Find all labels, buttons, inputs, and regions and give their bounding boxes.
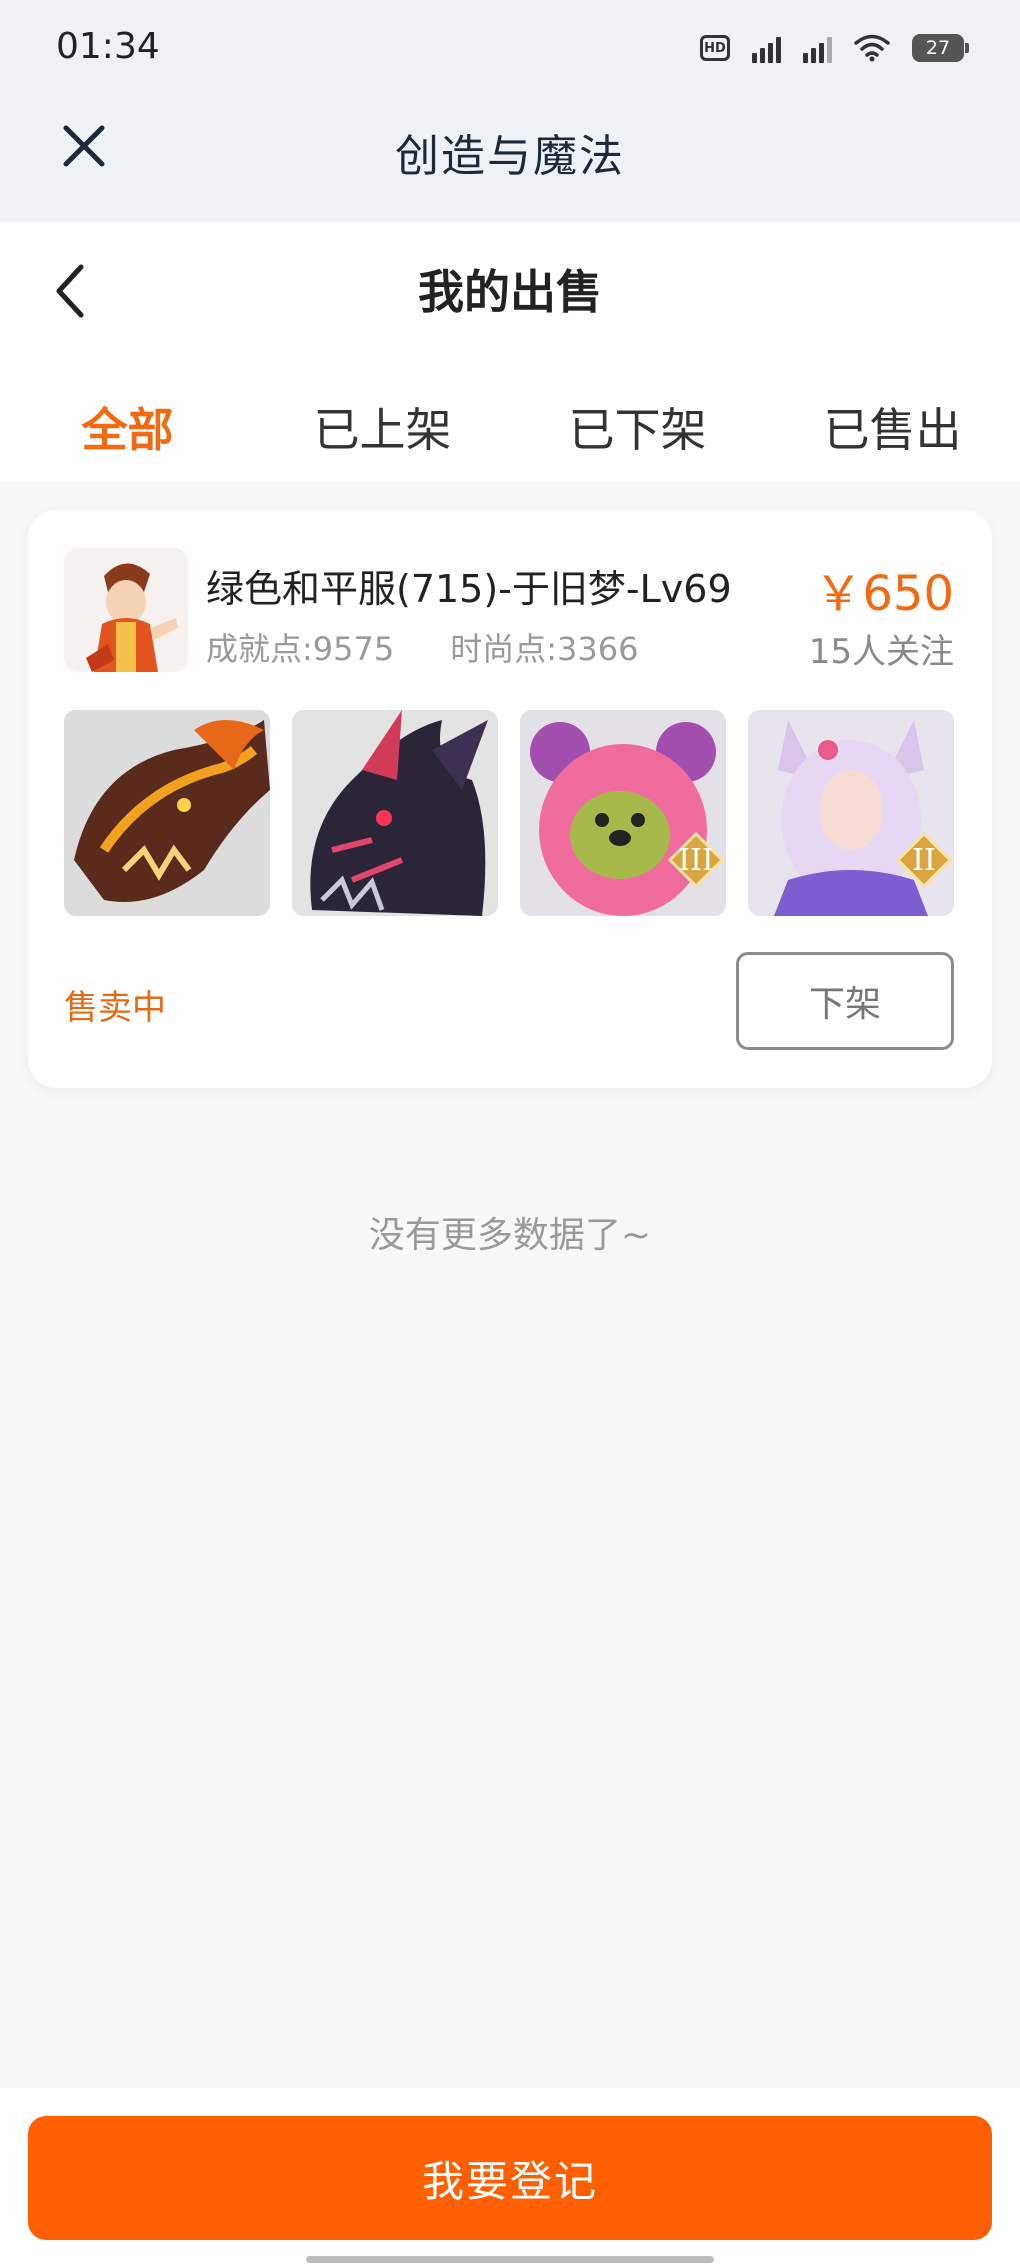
tab-delisted[interactable]: 已下架: [510, 382, 765, 478]
thumbnail-pink-bear[interactable]: III: [520, 710, 726, 916]
thumbnail-fox-spirit[interactable]: II: [748, 710, 954, 916]
listing-meta: 成就点:9575 时尚点:3366: [206, 624, 638, 670]
register-button[interactable]: 我要登记: [28, 2116, 992, 2240]
follower-count: 15人关注: [808, 632, 954, 672]
battery-icon: 27: [912, 34, 969, 62]
delist-button[interactable]: 下架: [736, 952, 954, 1050]
tab-all[interactable]: 全部: [0, 382, 255, 478]
tab-listed[interactable]: 已上架: [255, 382, 510, 478]
hd-icon: HD: [700, 35, 730, 61]
listing-title: 绿色和平服(715)-于旧梦-Lv69: [206, 567, 732, 611]
tab-bar: 全部 已上架 已下架 已售出: [0, 382, 1020, 478]
thumbnail-fire-dragon[interactable]: [64, 710, 270, 916]
signal-4g-icon: [752, 33, 781, 63]
status-time: 01:34: [56, 26, 160, 67]
achievement-points: 成就点:9575: [206, 630, 395, 668]
tier-badge-ii: II: [912, 843, 936, 878]
page-title: 我的出售: [418, 265, 602, 319]
thumbnail-row: III II: [64, 710, 956, 916]
no-more-data-text: 没有更多数据了~: [368, 1215, 652, 1256]
page-nav: 我的出售 全部 已上架 已下架 已售出: [0, 222, 1020, 482]
tab-sold[interactable]: 已售出: [765, 382, 1020, 478]
signal-5g-icon: [803, 33, 832, 63]
avatar: [64, 548, 188, 672]
app-title: 创造与魔法: [395, 131, 625, 182]
wifi-icon: [854, 34, 890, 62]
home-indicator[interactable]: [306, 2256, 714, 2263]
top-header: 01:34 HD 27 创造与魔法: [0, 0, 1020, 222]
listing-card[interactable]: 绿色和平服(715)-于旧梦-Lv69 成就点:9575 时尚点:3366 ￥6…: [28, 510, 992, 1088]
listing-price: ￥650: [814, 566, 954, 622]
tier-badge-iii: III: [678, 843, 714, 878]
status-icons: HD 27: [700, 30, 969, 66]
sale-status: 售卖中: [64, 988, 166, 1028]
bottom-bar: 我要登记: [0, 2088, 1020, 2267]
fashion-points: 时尚点:3366: [450, 630, 639, 668]
thumbnail-shadow-dragon[interactable]: [292, 710, 498, 916]
